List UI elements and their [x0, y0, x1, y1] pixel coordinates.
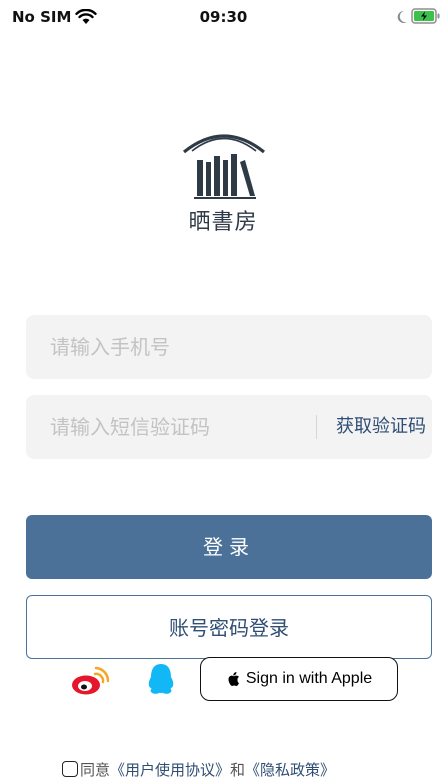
app-name: 晒書房 [188, 210, 258, 235]
apple-signin-label: Sign in with Apple [245, 670, 373, 687]
status-bar: No SIM 09:30 [0, 0, 447, 34]
get-code-button[interactable]: 获取验证码 [336, 395, 426, 459]
password-login-button[interactable]: 账号密码登录 [26, 595, 432, 659]
battery-icon [411, 8, 440, 24]
privacy-policy-link[interactable]: 《隐私政策》 [245, 759, 335, 780]
and-text: 和 [230, 760, 246, 779]
apple-icon [228, 672, 239, 686]
sms-code-input[interactable] [26, 395, 300, 459]
phone-field-container [26, 315, 432, 379]
moon-icon [397, 10, 407, 23]
phone-input[interactable] [26, 315, 410, 379]
apple-signin-button[interactable]: Sign in with Apple [200, 657, 398, 701]
field-divider [316, 415, 317, 439]
agree-text: 同意 [80, 760, 111, 779]
agree-checkbox[interactable] [62, 761, 78, 777]
weibo-icon[interactable] [71, 666, 109, 696]
clock: 09:30 [199, 8, 248, 26]
bookshelf-logo-icon [183, 134, 265, 199]
login-button[interactable]: 登录 [26, 515, 432, 579]
user-agreement-link[interactable]: 《用户使用协议》 [110, 759, 230, 780]
agreement-row: 同意 《用户使用协议》 和 《隐私政策》 [62, 758, 335, 780]
code-field-container: 获取验证码 [26, 395, 432, 459]
qq-icon[interactable] [147, 663, 175, 697]
